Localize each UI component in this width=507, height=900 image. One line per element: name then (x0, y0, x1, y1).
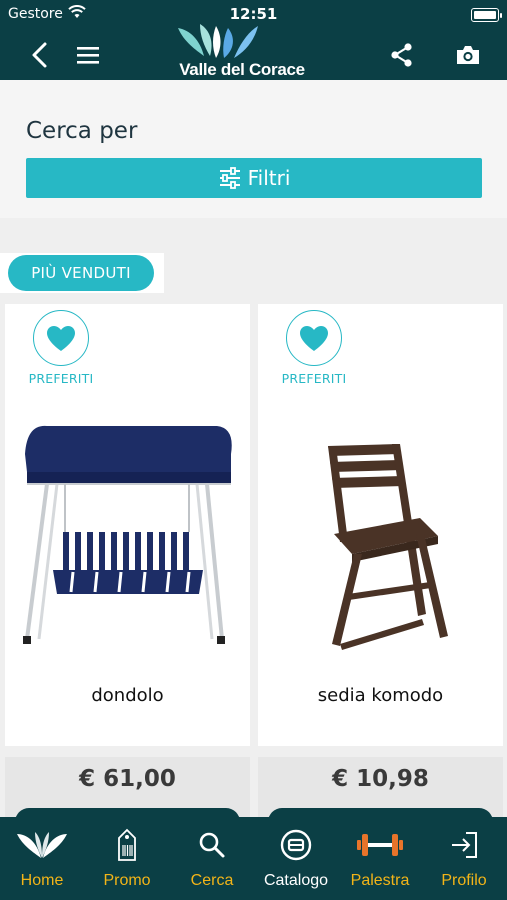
product-name[interactable]: sedia komodo (258, 685, 503, 706)
tab-promo[interactable]: Promo (85, 817, 169, 900)
camera-icon (457, 46, 479, 64)
product-card[interactable]: PREFERITI sedia komodo (258, 304, 503, 746)
bottom-tab-bar: Home Promo Cerca Catalogo Palestra Profi… (0, 817, 507, 900)
tab-label: Palestra (350, 872, 410, 889)
heart-icon (286, 310, 342, 366)
search-icon (170, 825, 254, 865)
tab-gym[interactable]: Palestra (338, 817, 422, 900)
tab-label: Cerca (190, 872, 234, 889)
bestsellers-filter: PIÙ VENDUTI (0, 253, 164, 293)
tab-label: Catalogo (263, 872, 329, 889)
filters-label: Filtri (247, 166, 291, 190)
clock: 12:51 (229, 5, 278, 23)
hamburger-icon (77, 47, 99, 64)
login-icon (422, 825, 506, 865)
tab-label: Promo (103, 872, 151, 889)
favorite-label: PREFERITI (281, 371, 347, 386)
brand-logo: Valle del Corace (170, 22, 310, 80)
product-price: € 10,98 (332, 766, 429, 792)
sliders-icon (219, 167, 240, 189)
home-logo-icon (0, 825, 84, 865)
product-image-chair[interactable] (270, 414, 492, 654)
camera-button[interactable] (448, 35, 488, 75)
share-button[interactable] (382, 35, 422, 75)
back-button[interactable] (20, 35, 60, 75)
search-section: Cerca per Filtri (0, 80, 507, 218)
chevron-left-icon (32, 42, 47, 68)
tab-catalog[interactable]: Catalogo (254, 817, 338, 900)
product-price: € 61,00 (79, 766, 176, 792)
filters-button[interactable]: Filtri (26, 158, 482, 198)
bestsellers-pill[interactable]: PIÙ VENDUTI (8, 255, 154, 291)
tab-profile[interactable]: Profilo (422, 817, 506, 900)
product-image-swing[interactable] (17, 414, 239, 654)
favorite-label: PREFERITI (28, 371, 94, 386)
dumbbell-icon (338, 825, 422, 865)
logo-leaves-icon (178, 24, 258, 58)
brand-name: Valle del Corace (179, 60, 305, 79)
search-title: Cerca per (26, 118, 138, 144)
product-name[interactable]: dondolo (5, 685, 250, 706)
tab-label: Home (20, 872, 64, 889)
tab-home[interactable]: Home (0, 817, 84, 900)
battery-icon (471, 8, 502, 22)
favorite-button[interactable]: PREFERITI (278, 310, 350, 386)
tab-search[interactable]: Cerca (170, 817, 254, 900)
favorite-button[interactable]: PREFERITI (25, 310, 97, 386)
top-navbar: Valle del Corace (0, 24, 507, 80)
tab-label: Profilo (441, 872, 487, 889)
tag-icon (85, 825, 169, 865)
catalog-icon (254, 825, 338, 865)
share-icon (391, 43, 412, 67)
menu-button[interactable] (68, 35, 108, 75)
product-card[interactable]: PREFERITI dondolo (5, 304, 250, 746)
heart-icon (33, 310, 89, 366)
